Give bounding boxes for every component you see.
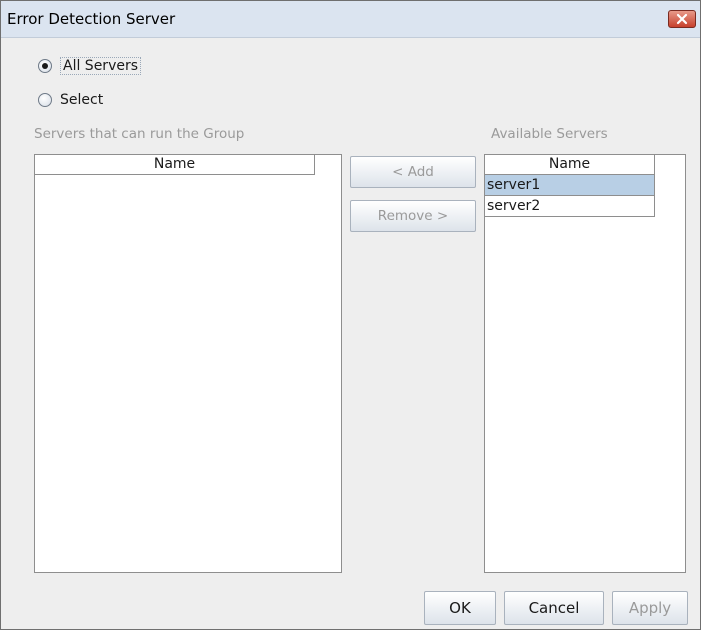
available-servers-list[interactable]: Name server1 server2 — [484, 154, 686, 573]
close-icon — [676, 13, 688, 25]
available-servers-label: Available Servers — [491, 126, 608, 142]
apply-button[interactable]: Apply — [612, 591, 688, 625]
remove-button[interactable]: Remove > — [350, 200, 476, 232]
error-detection-server-dialog: Error Detection Server All Servers Selec… — [0, 0, 701, 630]
radio-button-unchecked[interactable] — [38, 93, 52, 107]
all-servers-radio[interactable]: All Servers — [38, 55, 142, 77]
ok-button[interactable]: OK — [424, 591, 496, 625]
all-servers-label: All Servers — [60, 57, 142, 75]
close-button[interactable] — [668, 10, 696, 28]
servers-can-run-list[interactable]: Name — [34, 154, 342, 573]
name-column-header[interactable]: Name — [35, 155, 315, 175]
name-column-header[interactable]: Name — [485, 155, 655, 175]
select-label: Select — [60, 92, 104, 108]
select-radio[interactable]: Select — [38, 89, 103, 111]
title-bar[interactable]: Error Detection Server — [1, 1, 700, 38]
radio-button-checked[interactable] — [38, 59, 52, 73]
cancel-button[interactable]: Cancel — [504, 591, 604, 625]
table-row[interactable]: server2 — [485, 196, 655, 217]
window-title: Error Detection Server — [7, 10, 176, 28]
add-button[interactable]: < Add — [350, 156, 476, 188]
table-row[interactable]: server1 — [485, 175, 655, 196]
servers-can-run-group-label: Servers that can run the Group — [34, 126, 245, 142]
